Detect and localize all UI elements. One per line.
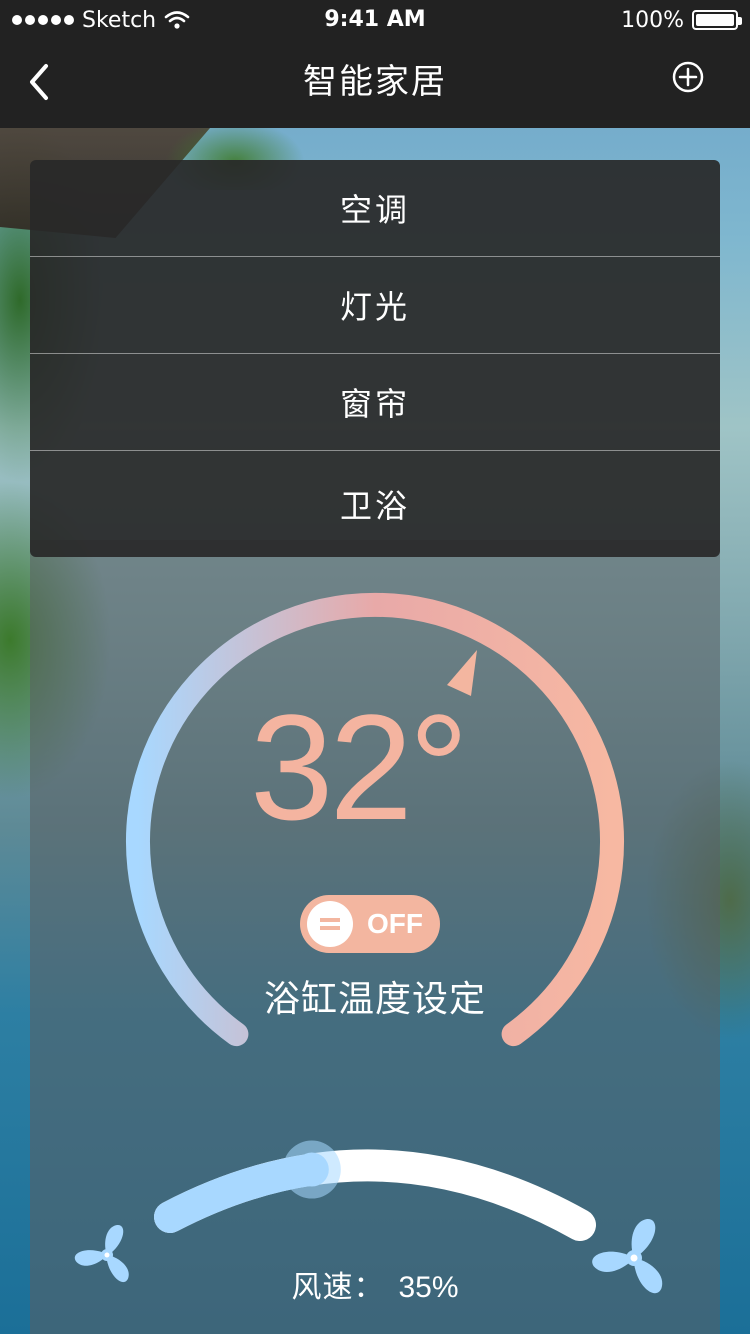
status-bar: Sketch 9:41 AM 100% <box>0 0 750 40</box>
battery-percentage: 100% <box>621 7 684 33</box>
fan-speed-value: 35% <box>398 1271 459 1304</box>
category-menu: 空调 灯光 窗帘 卫浴 <box>30 160 720 557</box>
fan-speed-readout: 风速： 35% <box>0 1262 750 1306</box>
battery-icon <box>692 10 742 30</box>
temperature-value: 32° <box>250 683 469 851</box>
power-toggle[interactable]: OFF <box>300 895 440 953</box>
status-right: 100% <box>621 0 742 40</box>
menu-item-curtains[interactable]: 窗帘 <box>30 354 720 451</box>
menu-item-lighting[interactable]: 灯光 <box>30 257 720 354</box>
page-title: 智能家居 <box>303 62 447 102</box>
toggle-label: OFF <box>367 908 423 939</box>
menu-item-air-conditioner[interactable]: 空调 <box>30 160 720 257</box>
plus-circle-icon[interactable] <box>671 60 705 94</box>
toggle-knob <box>307 901 353 947</box>
menu-item-bathroom[interactable]: 卫浴 <box>30 451 720 557</box>
dial-caption: 浴缸温度设定 <box>263 979 486 1020</box>
fan-speed-label: 风速： <box>291 1270 385 1305</box>
